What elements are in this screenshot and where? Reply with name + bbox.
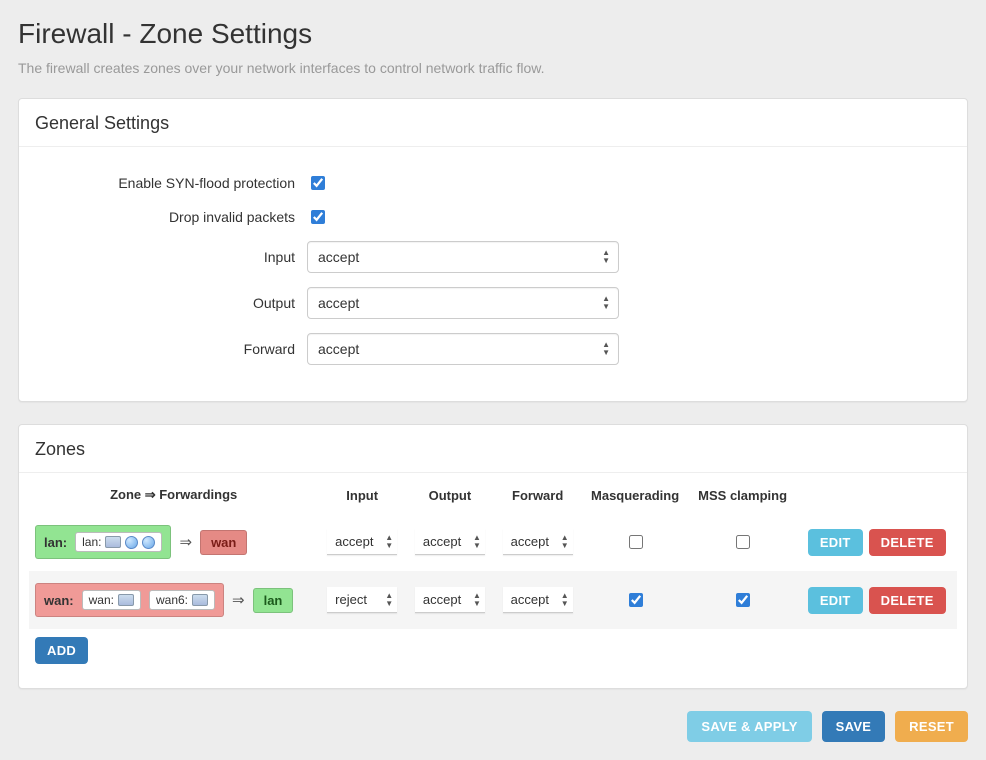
delete-button[interactable]: DELETE xyxy=(869,529,946,556)
input-select[interactable]: accept xyxy=(307,241,619,273)
footer-actions: SAVE & APPLY SAVE RESET xyxy=(18,711,968,742)
zone-wan-forward-select[interactable]: accept xyxy=(503,587,573,613)
dest-badge-wan: wan xyxy=(200,530,247,555)
col-mss: MSS clamping xyxy=(689,477,797,513)
zone-box-lan: lan: lan: xyxy=(35,525,171,559)
table-row: wan: wan: wan6: ⇒ lan reject accept accept EDITD… xyxy=(29,571,957,629)
select-value: accept xyxy=(511,592,549,607)
updown-icon xyxy=(473,592,481,608)
zone-wan-mss-checkbox[interactable] xyxy=(736,593,750,607)
zone-lan-input-select[interactable]: accept xyxy=(327,529,397,555)
zone-wan-output-select[interactable]: accept xyxy=(415,587,485,613)
input-select-value: accept xyxy=(318,249,359,265)
iface-icon xyxy=(192,594,208,606)
general-settings-heading: General Settings xyxy=(19,99,967,147)
col-input: Input xyxy=(318,477,406,513)
output-select-value: accept xyxy=(318,295,359,311)
page-subtitle: The firewall creates zones over your net… xyxy=(18,60,968,76)
iface-chip: wan: xyxy=(82,590,141,610)
save-apply-button[interactable]: SAVE & APPLY xyxy=(687,711,811,742)
forward-label: Forward xyxy=(35,341,307,357)
updown-icon xyxy=(473,534,481,550)
zone-lan-mss-checkbox[interactable] xyxy=(736,535,750,549)
updown-icon xyxy=(602,341,610,357)
edit-button[interactable]: EDIT xyxy=(808,529,863,556)
zones-table: Zone ⇒ Forwardings Input Output Forward … xyxy=(29,477,957,629)
globe-icon xyxy=(125,536,138,549)
iface-icon xyxy=(118,594,134,606)
iface-icon xyxy=(105,536,121,548)
zone-wan-input-select[interactable]: reject xyxy=(327,587,397,613)
updown-icon xyxy=(602,295,610,311)
zone-name-label: wan: xyxy=(44,593,74,608)
general-settings-panel: General Settings Enable SYN-flood protec… xyxy=(18,98,968,402)
zones-heading: Zones xyxy=(19,425,967,473)
zone-name-label: lan: xyxy=(44,535,67,550)
syn-flood-label: Enable SYN-flood protection xyxy=(35,175,307,191)
syn-flood-checkbox[interactable] xyxy=(311,176,325,190)
dest-badge-lan: lan xyxy=(253,588,294,613)
drop-invalid-checkbox[interactable] xyxy=(311,210,325,224)
delete-button[interactable]: DELETE xyxy=(869,587,946,614)
iface-chip: wan6: xyxy=(149,590,215,610)
updown-icon xyxy=(602,249,610,265)
updown-icon xyxy=(385,534,393,550)
col-masq: Masquerading xyxy=(582,477,689,513)
iface-label: wan: xyxy=(89,593,114,607)
zones-panel: Zones Zone ⇒ Forwardings Input Output Fo… xyxy=(18,424,968,689)
select-value: accept xyxy=(511,534,549,549)
iface-label: lan: xyxy=(82,535,101,549)
page-title: Firewall - Zone Settings xyxy=(18,18,968,50)
zone-wan-masq-checkbox[interactable] xyxy=(629,593,643,607)
updown-icon xyxy=(561,534,569,550)
edit-button[interactable]: EDIT xyxy=(808,587,863,614)
col-zone: Zone ⇒ Forwardings xyxy=(29,477,318,513)
input-label: Input xyxy=(35,249,307,265)
select-value: accept xyxy=(423,592,461,607)
output-select[interactable]: accept xyxy=(307,287,619,319)
iface-label: wan6: xyxy=(156,593,188,607)
forward-select-value: accept xyxy=(318,341,359,357)
iface-chip: lan: xyxy=(75,532,162,552)
col-forward: Forward xyxy=(494,477,582,513)
forward-select[interactable]: accept xyxy=(307,333,619,365)
zone-lan-output-select[interactable]: accept xyxy=(415,529,485,555)
arrow-icon: ⇒ xyxy=(232,591,245,609)
save-button[interactable]: SAVE xyxy=(822,711,886,742)
select-value: reject xyxy=(335,592,367,607)
globe-icon xyxy=(142,536,155,549)
select-value: accept xyxy=(423,534,461,549)
updown-icon xyxy=(385,592,393,608)
updown-icon xyxy=(561,592,569,608)
output-label: Output xyxy=(35,295,307,311)
zone-box-wan: wan: wan: wan6: xyxy=(35,583,224,617)
reset-button[interactable]: RESET xyxy=(895,711,968,742)
add-button[interactable]: ADD xyxy=(35,637,88,664)
zone-lan-forward-select[interactable]: accept xyxy=(503,529,573,555)
select-value: accept xyxy=(335,534,373,549)
col-output: Output xyxy=(406,477,494,513)
zone-lan-masq-checkbox[interactable] xyxy=(629,535,643,549)
table-row: lan: lan: ⇒ wan accept accept accept EDITDELETE xyxy=(29,513,957,571)
arrow-icon: ⇒ xyxy=(179,533,192,551)
drop-invalid-label: Drop invalid packets xyxy=(35,209,307,225)
